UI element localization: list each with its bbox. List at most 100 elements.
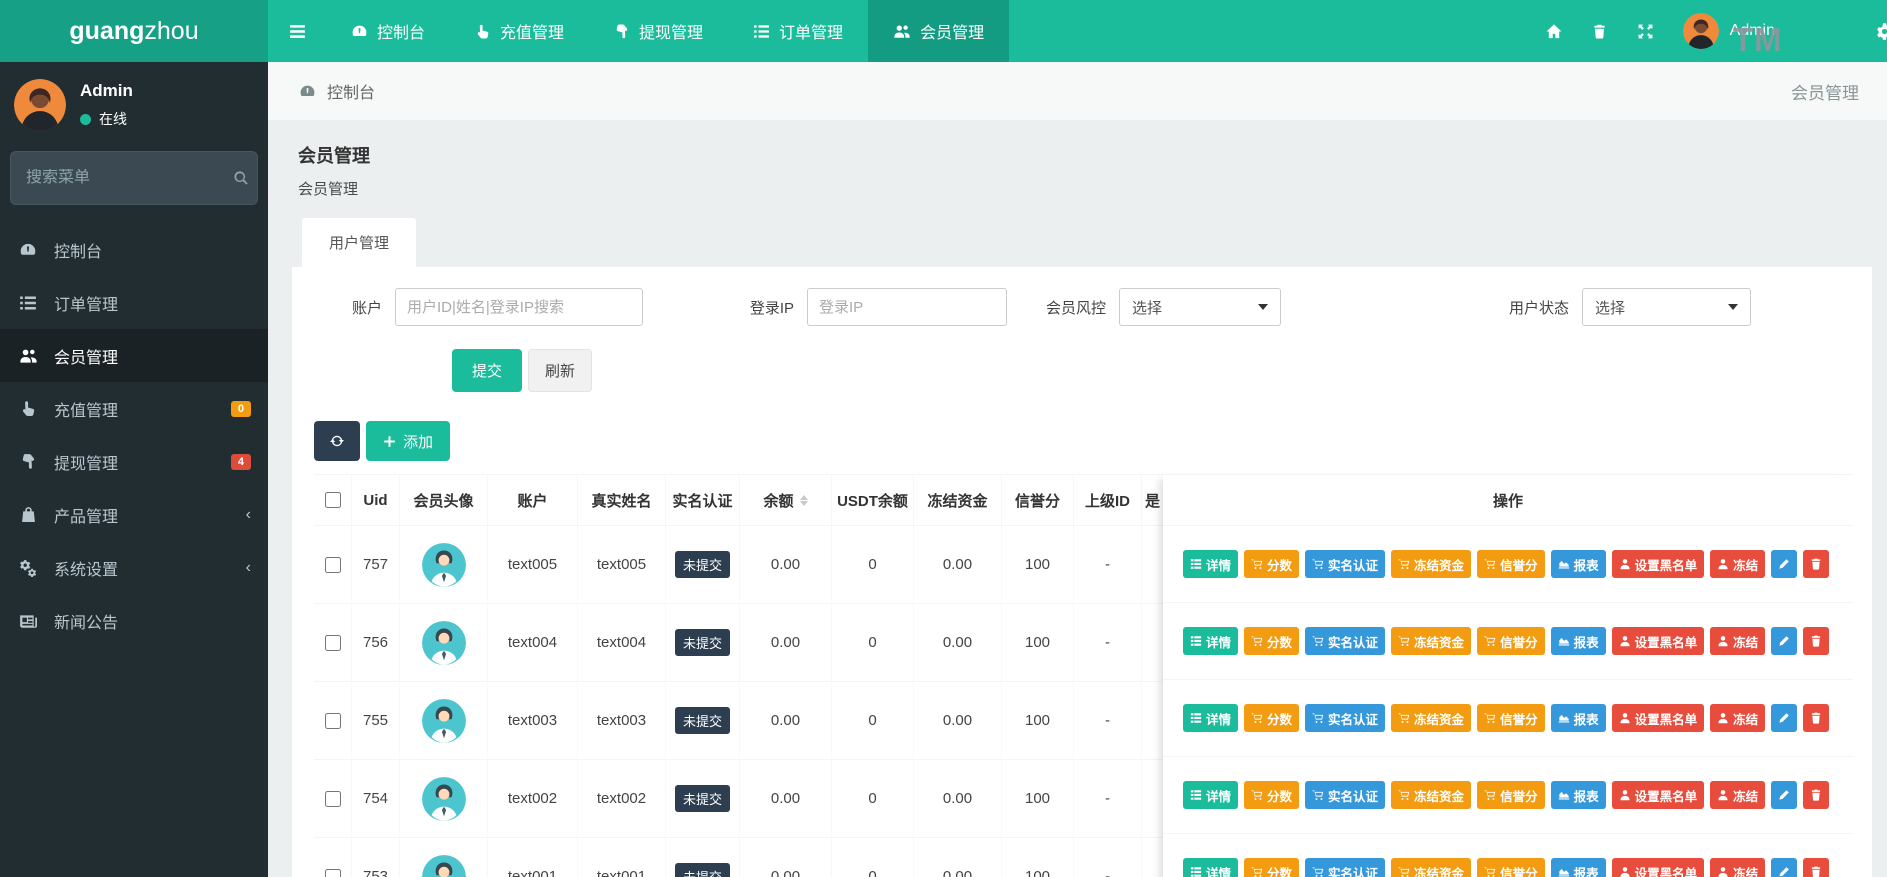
action-delete-button[interactable] bbox=[1803, 627, 1829, 655]
row-checkbox[interactable] bbox=[325, 635, 341, 651]
sidebar-item-orders[interactable]: 订单管理 bbox=[0, 276, 268, 329]
header-frozen: 冻结资金 bbox=[914, 475, 1002, 525]
cart-icon bbox=[1398, 789, 1410, 801]
tab-user-management[interactable]: 用户管理 bbox=[302, 218, 416, 267]
action-delete-button[interactable] bbox=[1803, 781, 1829, 809]
action-freeze-funds-button[interactable]: 冻结资金 bbox=[1391, 858, 1471, 877]
topnav-item-members[interactable]: 会员管理 bbox=[868, 0, 1009, 62]
row-checkbox[interactable] bbox=[325, 869, 341, 877]
action-score-button[interactable]: 分数 bbox=[1244, 704, 1299, 732]
action-report-button[interactable]: 报表 bbox=[1551, 781, 1606, 809]
action-freeze-funds-button[interactable]: 冻结资金 bbox=[1391, 627, 1471, 655]
cell-uid: 756 bbox=[352, 604, 400, 681]
sidebar-item-news[interactable]: 新闻公告 bbox=[0, 594, 268, 647]
sidebar-item-recharge[interactable]: 充值管理 0 bbox=[0, 382, 268, 435]
action-blacklist-button[interactable]: 设置黑名单 bbox=[1612, 627, 1705, 655]
settings-button[interactable] bbox=[1867, 22, 1887, 41]
action-realname-verify-button[interactable]: 实名认证 bbox=[1305, 858, 1385, 877]
action-credit-score-button[interactable]: 信誉分 bbox=[1477, 627, 1545, 655]
user-status-select[interactable]: 选择 bbox=[1582, 288, 1751, 326]
topnav-item-withdraw[interactable]: 提现管理 bbox=[589, 0, 728, 62]
action-freeze-user-button[interactable]: 冻结 bbox=[1710, 781, 1765, 809]
action-freeze-funds-button[interactable]: 冻结资金 bbox=[1391, 550, 1471, 578]
action-realname-verify-button[interactable]: 实名认证 bbox=[1305, 627, 1385, 655]
home-button[interactable] bbox=[1531, 23, 1577, 40]
action-credit-score-button[interactable]: 信誉分 bbox=[1477, 858, 1545, 877]
cell-avatar bbox=[400, 838, 488, 877]
sidebar-item-products[interactable]: 产品管理 ‹ bbox=[0, 488, 268, 541]
topnav-item-orders[interactable]: 订单管理 bbox=[728, 0, 868, 62]
action-credit-score-button[interactable]: 信誉分 bbox=[1477, 781, 1545, 809]
row-checkbox[interactable] bbox=[325, 557, 341, 573]
action-edit-button[interactable] bbox=[1771, 704, 1797, 732]
action-blacklist-button[interactable]: 设置黑名单 bbox=[1612, 704, 1705, 732]
cart-icon bbox=[1484, 558, 1496, 570]
action-detail-button[interactable]: 详情 bbox=[1183, 781, 1238, 809]
action-freeze-user-button[interactable]: 冻结 bbox=[1710, 550, 1765, 578]
cell-credit: 100 bbox=[1002, 682, 1074, 759]
sidebar-item-members[interactable]: 会员管理 bbox=[0, 329, 268, 382]
action-edit-button[interactable] bbox=[1771, 781, 1797, 809]
action-blacklist-button[interactable]: 设置黑名单 bbox=[1612, 858, 1705, 877]
select-all-checkbox[interactable] bbox=[325, 492, 341, 508]
action-report-button[interactable]: 报表 bbox=[1551, 627, 1606, 655]
sort-icon[interactable] bbox=[800, 495, 808, 506]
cell-uid: 757 bbox=[352, 526, 400, 603]
action-edit-button[interactable] bbox=[1771, 858, 1797, 877]
action-realname-verify-button[interactable]: 实名认证 bbox=[1305, 704, 1385, 732]
refresh-button[interactable]: 刷新 bbox=[528, 349, 592, 392]
login-ip-input[interactable] bbox=[807, 288, 1007, 326]
sidebar-item-dashboard[interactable]: 控制台 bbox=[0, 223, 268, 276]
row-actions: 详情 分数 实名认证 冻结资金 信誉分 报表 设置黑名单 冻结 bbox=[1163, 526, 1853, 603]
action-realname-verify-button[interactable]: 实名认证 bbox=[1305, 781, 1385, 809]
action-report-button[interactable]: 报表 bbox=[1551, 550, 1606, 578]
action-freeze-user-button[interactable]: 冻结 bbox=[1710, 858, 1765, 877]
action-delete-button[interactable] bbox=[1803, 858, 1829, 877]
menu-search-input[interactable] bbox=[26, 169, 233, 187]
action-freeze-funds-button[interactable]: 冻结资金 bbox=[1391, 781, 1471, 809]
risk-select[interactable]: 选择 bbox=[1119, 288, 1281, 326]
sidebar-toggle-button[interactable] bbox=[268, 0, 326, 62]
clear-cache-button[interactable] bbox=[1577, 23, 1623, 40]
action-detail-button[interactable]: 详情 bbox=[1183, 550, 1238, 578]
action-detail-button[interactable]: 详情 bbox=[1183, 627, 1238, 655]
action-credit-score-button[interactable]: 信誉分 bbox=[1477, 550, 1545, 578]
row-checkbox[interactable] bbox=[325, 791, 341, 807]
action-delete-button[interactable] bbox=[1803, 704, 1829, 732]
sidebar-item-settings[interactable]: 系统设置 ‹ bbox=[0, 541, 268, 594]
action-score-button[interactable]: 分数 bbox=[1244, 550, 1299, 578]
action-credit-score-button[interactable]: 信誉分 bbox=[1477, 704, 1545, 732]
action-detail-button[interactable]: 详情 bbox=[1183, 704, 1238, 732]
action-realname-verify-button[interactable]: 实名认证 bbox=[1305, 550, 1385, 578]
action-delete-button[interactable] bbox=[1803, 550, 1829, 578]
action-score-button[interactable]: 分数 bbox=[1244, 858, 1299, 877]
action-score-button[interactable]: 分数 bbox=[1244, 627, 1299, 655]
action-blacklist-button[interactable]: 设置黑名单 bbox=[1612, 550, 1705, 578]
reload-table-button[interactable] bbox=[314, 421, 360, 461]
action-edit-button[interactable] bbox=[1771, 550, 1797, 578]
header-credit: 信誉分 bbox=[1002, 475, 1074, 525]
sidebar-search bbox=[10, 151, 258, 205]
action-detail-button[interactable]: 详情 bbox=[1183, 858, 1238, 877]
action-blacklist-button[interactable]: 设置黑名单 bbox=[1612, 781, 1705, 809]
action-freeze-funds-button[interactable]: 冻结资金 bbox=[1391, 704, 1471, 732]
topnav-item-dashboard[interactable]: 控制台 bbox=[326, 0, 450, 62]
action-score-button[interactable]: 分数 bbox=[1244, 781, 1299, 809]
cart-icon bbox=[1484, 866, 1496, 877]
action-edit-button[interactable] bbox=[1771, 627, 1797, 655]
submit-button[interactable]: 提交 bbox=[452, 349, 522, 392]
header-operations: 操作 bbox=[1163, 474, 1853, 526]
sidebar-item-withdraw[interactable]: 提现管理 4 bbox=[0, 435, 268, 488]
search-icon[interactable] bbox=[233, 170, 250, 187]
account-search-input[interactable] bbox=[395, 288, 643, 326]
fullscreen-button[interactable] bbox=[1623, 23, 1669, 40]
breadcrumb[interactable]: 控制台 bbox=[296, 79, 375, 103]
action-freeze-user-button[interactable]: 冻结 bbox=[1710, 704, 1765, 732]
cell-balance: 0.00 bbox=[740, 760, 832, 837]
action-report-button[interactable]: 报表 bbox=[1551, 704, 1606, 732]
add-member-button[interactable]: 添加 bbox=[366, 421, 450, 461]
action-freeze-user-button[interactable]: 冻结 bbox=[1710, 627, 1765, 655]
action-report-button[interactable]: 报表 bbox=[1551, 858, 1606, 877]
topnav-item-recharge[interactable]: 充值管理 bbox=[450, 0, 589, 62]
row-checkbox[interactable] bbox=[325, 713, 341, 729]
